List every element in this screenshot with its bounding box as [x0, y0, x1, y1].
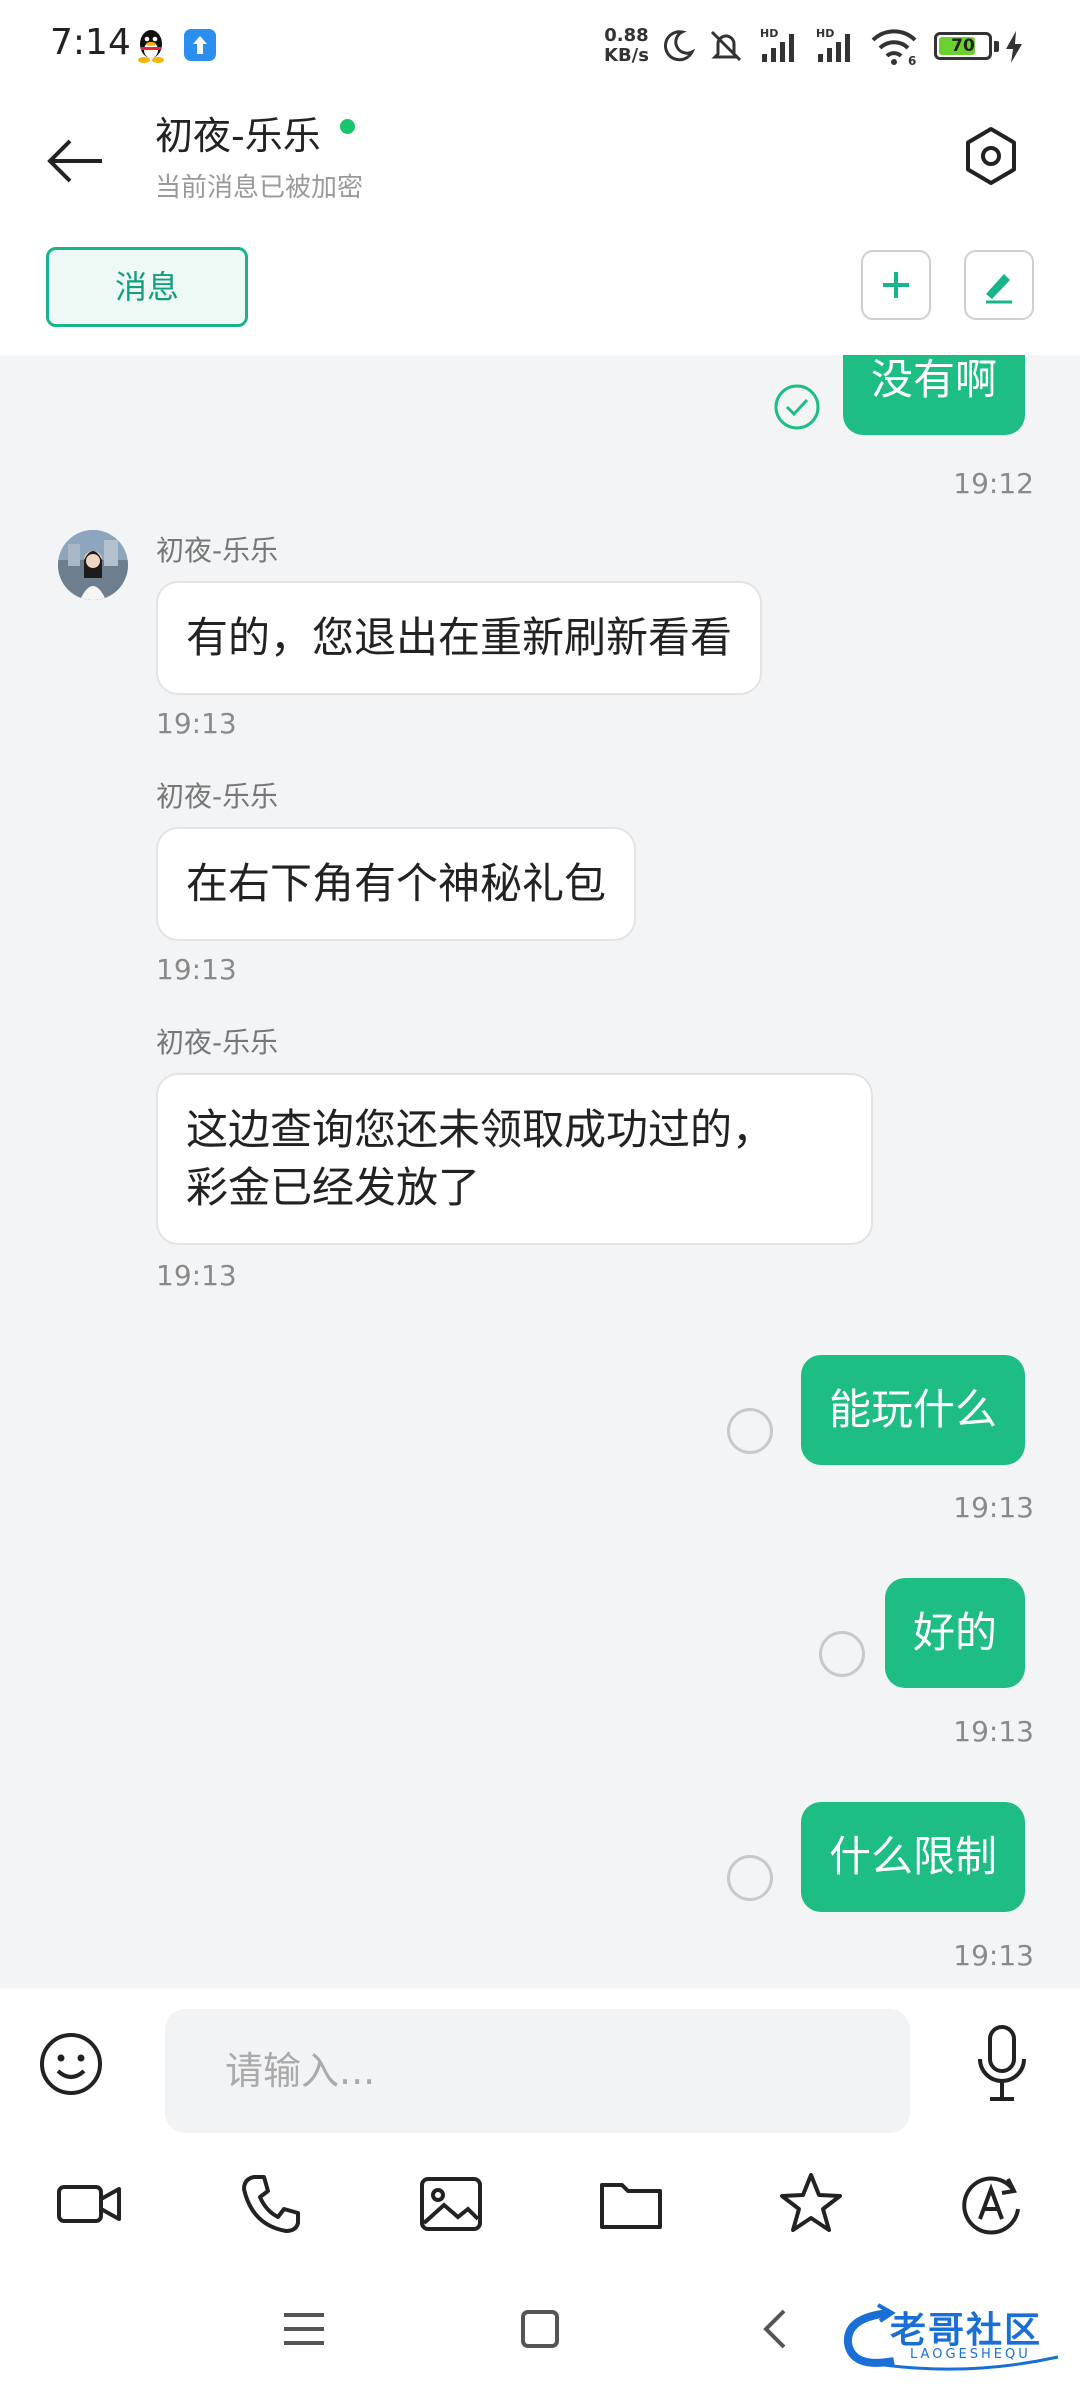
chat-screen: 7:14 0.88 KB/s HD HD 6 70 初夜-乐乐 当前消息已被加密… — [0, 0, 1080, 2400]
contact-name[interactable]: 初夜-乐乐 — [155, 105, 321, 160]
net-speed-unit: KB/s — [604, 45, 649, 66]
read-check-icon — [774, 384, 820, 430]
sending-status-ring — [727, 1408, 773, 1454]
encryption-note: 当前消息已被加密 — [155, 173, 364, 203]
svg-text:6: 6 — [908, 54, 916, 66]
message-text-line1: 这边查询您还未领取成功过的， — [186, 1105, 775, 1154]
battery-level: 70 — [951, 36, 975, 56]
input-bar — [0, 1989, 1080, 2139]
watermark-text: 老哥社区 — [890, 2310, 1043, 2351]
upload-app-icon — [184, 29, 216, 61]
sender-name: 初夜-乐乐 — [156, 1026, 279, 1059]
sending-status-ring — [819, 1631, 865, 1677]
message-bubble-outgoing[interactable]: 能玩什么 — [800, 1355, 1025, 1465]
charging-icon — [1006, 31, 1022, 63]
message-time: 19:13 — [156, 1259, 237, 1292]
pen-icon — [986, 274, 1012, 304]
message-time: 19:13 — [953, 1491, 1034, 1524]
folder-icon[interactable] — [596, 2169, 666, 2239]
message-bubble-incoming[interactable]: 有的，您退出在重新刷新看看 — [156, 581, 763, 695]
network-speed: 0.88 KB/s — [604, 26, 649, 66]
plus-icon — [883, 272, 909, 298]
moon-icon — [663, 30, 696, 62]
chat-header: 初夜-乐乐 当前消息已被加密 消息 — [0, 95, 1080, 355]
avatar[interactable] — [58, 530, 128, 600]
image-icon[interactable] — [416, 2169, 486, 2239]
battery-tip — [994, 41, 999, 52]
settings-hexagon-icon[interactable] — [958, 123, 1024, 189]
microphone-icon[interactable] — [970, 2021, 1034, 2105]
sending-status-ring — [727, 1855, 773, 1901]
net-speed-value: 0.88 — [604, 25, 649, 46]
phone-call-icon[interactable] — [236, 2169, 306, 2239]
system-nav-bar: 老哥社区 LAOGESHEQU — [0, 2269, 1080, 2400]
watermark-logo: 老哥社区 LAOGESHEQU — [838, 2299, 1068, 2379]
back-arrow-icon[interactable] — [40, 125, 112, 197]
status-time: 7:14 — [50, 22, 131, 63]
message-bubble-outgoing[interactable]: 没有啊 — [842, 355, 1025, 435]
message-bubble-incoming[interactable]: 这边查询您还未领取成功过的， 彩金已经发放了 — [156, 1073, 873, 1245]
online-status-dot — [340, 119, 355, 134]
message-time: 19:13 — [156, 953, 237, 986]
qq-icon — [138, 30, 164, 63]
message-bubble-outgoing[interactable]: 什么限制 — [800, 1802, 1025, 1912]
avatar-image — [58, 530, 128, 600]
edit-button[interactable] — [964, 250, 1034, 320]
watermark-subtext: LAOGESHEQU — [910, 2347, 1031, 2362]
battery-icon: 70 — [934, 32, 992, 60]
translate-icon[interactable] — [956, 2169, 1026, 2239]
message-bubble-incoming[interactable]: 在右下角有个神秘礼包 — [156, 827, 637, 941]
message-time: 19:12 — [953, 467, 1034, 500]
video-call-icon[interactable] — [55, 2169, 125, 2239]
sender-name: 初夜-乐乐 — [156, 534, 279, 567]
message-text-line2: 彩金已经发放了 — [186, 1163, 481, 1212]
message-time: 19:13 — [156, 707, 237, 740]
message-time: 19:13 — [953, 1939, 1034, 1972]
emoji-icon[interactable] — [36, 2029, 106, 2099]
message-text: 在右下角有个神秘礼包 — [186, 859, 607, 908]
message-text: 有的，您退出在重新刷新看看 — [186, 613, 733, 662]
attachment-toolbar — [0, 2139, 1080, 2269]
star-icon[interactable] — [776, 2169, 846, 2239]
back-chevron-icon[interactable] — [746, 2299, 806, 2359]
signal-hd-icon: HD — [760, 27, 794, 62]
chat-area[interactable]: 没有啊 19:12 初夜-乐乐 有的，您退出在重新刷新看看 19:13 初夜-乐… — [0, 355, 1080, 1989]
sender-name: 初夜-乐乐 — [156, 780, 279, 813]
home-square-icon[interactable] — [510, 2299, 570, 2359]
menu-icon[interactable] — [274, 2299, 334, 2359]
add-button[interactable] — [861, 250, 931, 320]
message-input[interactable] — [165, 2009, 910, 2133]
message-bubble-outgoing[interactable]: 好的 — [884, 1578, 1025, 1688]
mute-icon — [710, 30, 742, 62]
svg-text:HD: HD — [760, 27, 778, 40]
wifi-icon: 6 — [871, 29, 917, 66]
tab-messages[interactable]: 消息 — [46, 247, 248, 327]
status-bar: 7:14 0.88 KB/s HD HD 6 70 — [0, 0, 1080, 95]
signal-hd-icon-2: HD — [816, 27, 850, 62]
svg-text:HD: HD — [816, 27, 834, 40]
message-time: 19:13 — [953, 1715, 1034, 1748]
